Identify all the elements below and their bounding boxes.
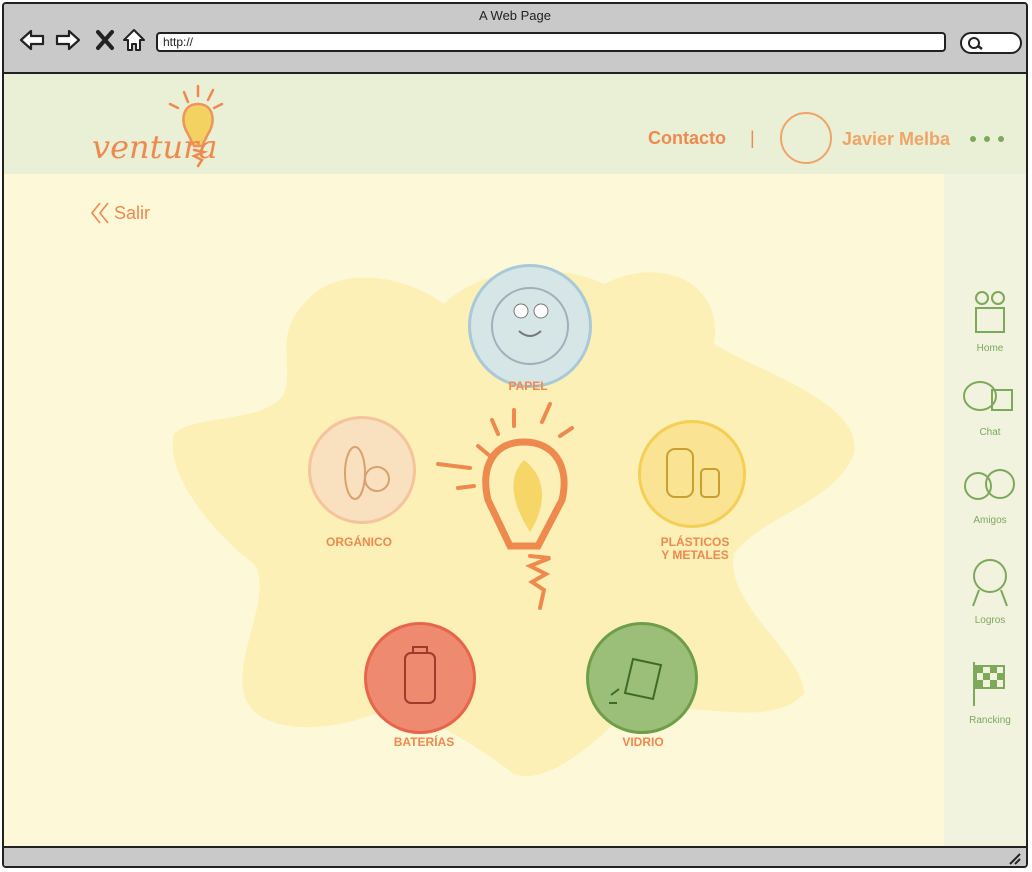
plasticos-category-button[interactable] bbox=[638, 420, 746, 528]
close-icon[interactable] bbox=[92, 26, 120, 54]
header-separator: | bbox=[750, 128, 755, 148]
back-icon[interactable] bbox=[18, 26, 46, 54]
exit-link[interactable]: Salir bbox=[90, 201, 150, 225]
sidebar-chat-label: Chat bbox=[979, 427, 1001, 438]
browser-window: A Web Page http:// ventura Contacto | Ja… bbox=[2, 2, 1028, 868]
checkered-flag-icon bbox=[973, 662, 1005, 706]
sidebar-logros-label: Logros bbox=[974, 615, 1006, 626]
paper-character-icon bbox=[491, 287, 569, 365]
organico-category-button[interactable] bbox=[308, 416, 416, 524]
sidebar-rancking-label: Rancking bbox=[969, 715, 1011, 726]
double-chevron-left-icon bbox=[90, 202, 109, 224]
baterias-label: BATERÍAS bbox=[393, 735, 455, 749]
plasticos-label: PLÁSTICOS Y METALES bbox=[650, 536, 740, 562]
main-content: Salir PAPEL ORGÁNICO PLÁSTICOS Y METALES… bbox=[4, 174, 944, 846]
badge-icon bbox=[972, 559, 1008, 607]
vidrio-category-button[interactable] bbox=[586, 622, 698, 734]
sidebar-item-amigos[interactable]: Amigos bbox=[950, 464, 1026, 526]
forward-icon[interactable] bbox=[54, 26, 82, 54]
browser-status-bar bbox=[4, 846, 1026, 866]
browser-chrome: A Web Page http:// bbox=[4, 4, 1026, 74]
plasticos-line2: Y METALES bbox=[661, 548, 729, 562]
plastic-bottle-icon bbox=[666, 448, 720, 498]
glass-character-icon bbox=[609, 657, 663, 704]
sidebar-item-home[interactable]: Home bbox=[950, 286, 1026, 354]
user-name[interactable]: Javier Melba bbox=[842, 129, 950, 150]
logo-text: ventura bbox=[92, 128, 217, 166]
address-bar[interactable]: http:// bbox=[156, 32, 946, 52]
sidebar-home-label: Home bbox=[976, 343, 1004, 354]
papel-label: PAPEL bbox=[508, 379, 548, 393]
search-icon bbox=[968, 37, 983, 50]
browser-search[interactable] bbox=[960, 32, 1022, 54]
sidebar-item-logros[interactable]: Logros bbox=[950, 552, 1026, 626]
organico-label: ORGÁNICO bbox=[326, 535, 392, 549]
site-header: ventura bbox=[4, 74, 1026, 174]
central-bulb-icon bbox=[436, 402, 574, 610]
sidebar-item-rancking[interactable]: Rancking bbox=[950, 658, 1026, 726]
friends-icon bbox=[964, 469, 1015, 500]
resize-grip-icon[interactable] bbox=[1006, 850, 1022, 866]
window-title: A Web Page bbox=[478, 8, 552, 23]
organic-character-icon bbox=[344, 446, 390, 500]
chat-bubble-icon bbox=[963, 381, 1013, 411]
ventura-logo[interactable]: ventura bbox=[88, 82, 228, 172]
avatar[interactable] bbox=[780, 112, 832, 164]
vidrio-label: VIDRIO bbox=[622, 735, 664, 749]
exit-label: Salir bbox=[114, 202, 151, 223]
papel-category-button[interactable] bbox=[468, 264, 592, 388]
sidebar-item-chat[interactable]: Chat bbox=[950, 376, 1026, 438]
plasticos-line1: PLÁSTICOS bbox=[660, 535, 730, 549]
contacto-link[interactable]: Contacto bbox=[648, 128, 726, 149]
battery-character-icon bbox=[404, 646, 436, 704]
home-nav-icon[interactable] bbox=[120, 26, 148, 54]
more-menu-icon[interactable] bbox=[970, 136, 1004, 142]
baterias-category-button[interactable] bbox=[364, 622, 476, 734]
sidebar-amigos-label: Amigos bbox=[973, 515, 1007, 526]
home-monster-icon bbox=[975, 291, 1005, 333]
